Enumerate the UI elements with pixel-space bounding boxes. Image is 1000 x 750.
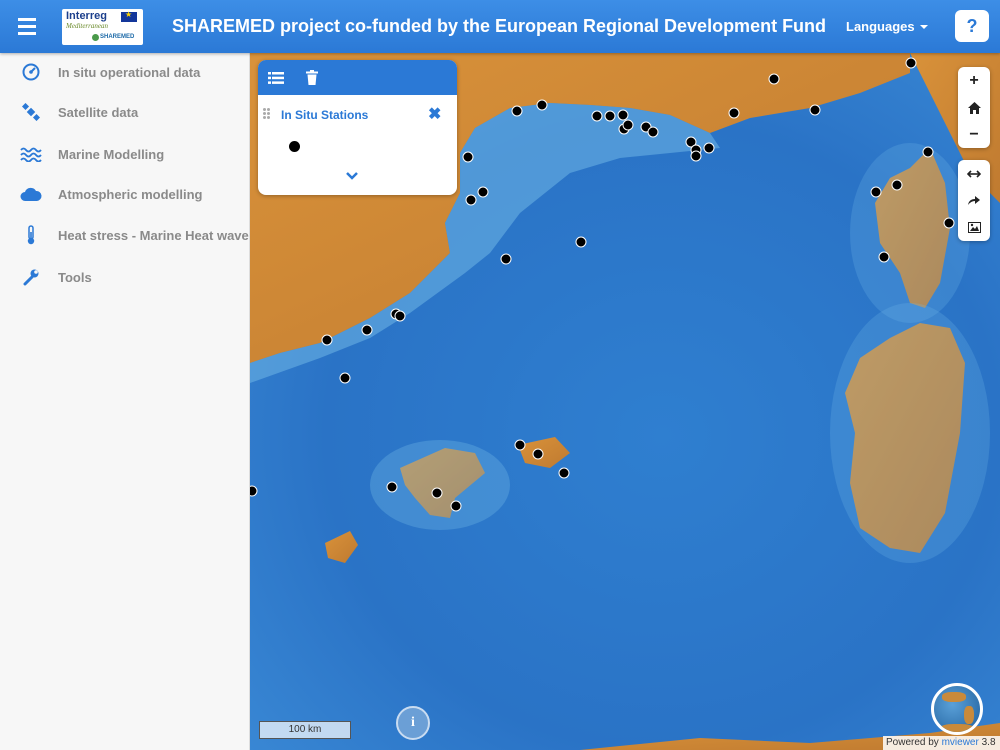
app-header: Interreg Mediterranean SHAREMED SHAREMED… — [0, 0, 1000, 53]
layer-row-in-situ: In Situ Stations ✖ — [258, 104, 457, 126]
share-button[interactable] — [958, 187, 990, 214]
sidebar: In situ operational data Satellite data … — [0, 53, 250, 750]
wrench-icon — [20, 266, 42, 288]
eu-flag-icon — [121, 10, 137, 22]
sidebar-item-satellite[interactable]: Satellite data — [0, 93, 250, 131]
measure-button[interactable] — [958, 160, 990, 187]
languages-dropdown[interactable]: Languages — [846, 19, 928, 34]
menu-toggle-button[interactable] — [0, 0, 54, 53]
mviewer-link[interactable]: mviewer — [942, 737, 979, 748]
drag-handle-icon[interactable] — [263, 108, 271, 120]
sidebar-item-atmospheric[interactable]: Atmospheric modelling — [0, 175, 250, 213]
image-icon — [967, 222, 981, 233]
export-image-button[interactable] — [958, 214, 990, 241]
share-icon — [968, 196, 980, 205]
hamburger-icon — [18, 16, 36, 37]
sidebar-item-marine-modelling[interactable]: Marine Modelling — [0, 135, 250, 173]
measure-icon — [967, 169, 981, 178]
layer-title[interactable]: In Situ Stations — [281, 108, 368, 122]
credits: Powered by mviewer 3.8 — [883, 736, 1000, 750]
map-tools — [958, 160, 990, 241]
close-icon[interactable]: ✖ — [428, 104, 441, 124]
info-button[interactable]: i — [396, 706, 430, 740]
cloud-icon — [20, 183, 42, 205]
layer-panel-header — [258, 60, 457, 95]
legend-marker — [289, 141, 300, 152]
zoom-in-button[interactable]: + — [958, 67, 990, 94]
gauge-icon — [20, 61, 42, 83]
overview-map-button[interactable] — [931, 683, 983, 735]
zoom-out-button[interactable]: − — [958, 121, 990, 148]
list-icon[interactable] — [267, 69, 285, 87]
trash-icon[interactable] — [303, 69, 321, 87]
interreg-logo: Interreg Mediterranean SHAREMED — [62, 8, 143, 45]
thermometer-icon — [20, 224, 42, 246]
sidebar-item-in-situ[interactable]: In situ operational data — [0, 53, 250, 91]
chevron-down-icon[interactable] — [345, 168, 359, 180]
sidebar-item-heat-stress[interactable]: Heat stress - Marine Heat wave — [0, 216, 250, 254]
sidebar-item-tools[interactable]: Tools — [0, 258, 250, 296]
zoom-controls: + − — [958, 67, 990, 148]
page-title: SHAREMED project co-funded by the Europe… — [172, 16, 827, 36]
waves-icon — [20, 143, 42, 165]
satellite-icon — [20, 101, 42, 123]
home-button[interactable] — [958, 94, 990, 121]
layer-panel: In Situ Stations ✖ — [258, 60, 457, 195]
home-icon — [967, 101, 981, 114]
scale-bar: 100 km — [259, 721, 351, 739]
help-button[interactable]: ? — [955, 10, 989, 42]
